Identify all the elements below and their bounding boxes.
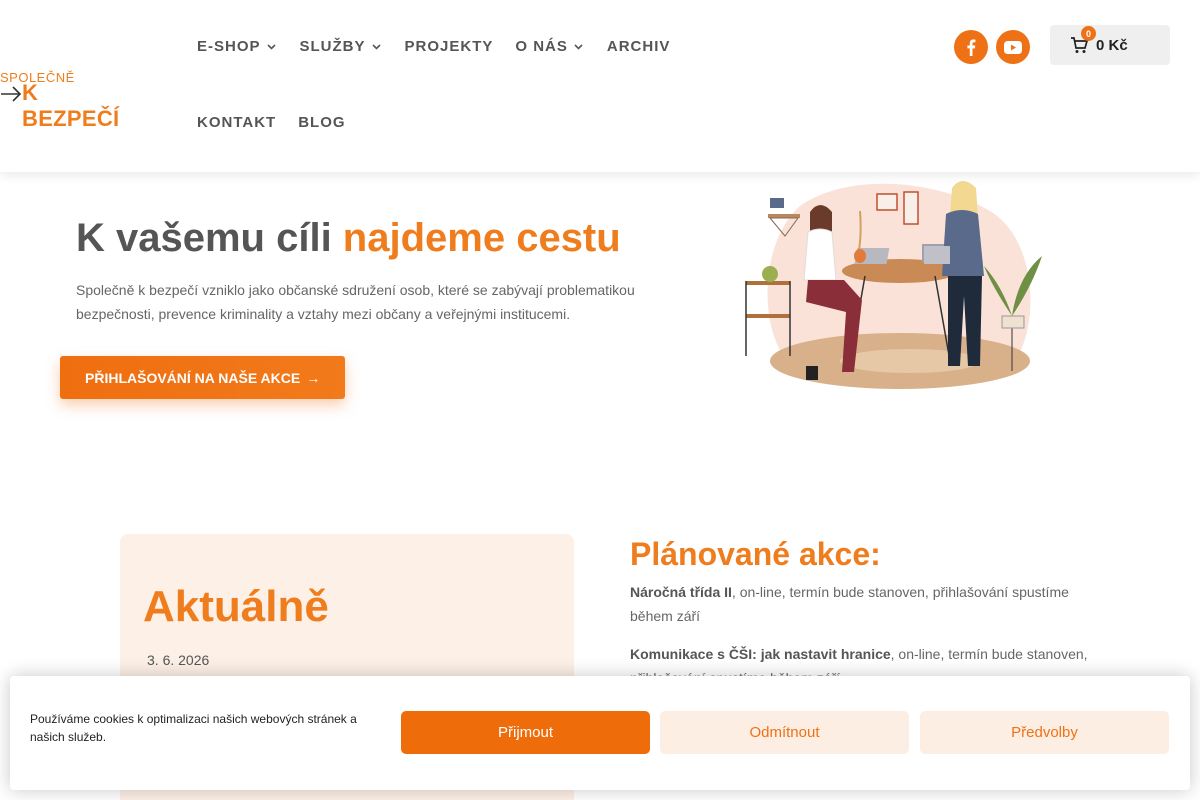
nav-item-o-nas[interactable]: O NÁS xyxy=(515,38,583,55)
site-logo[interactable]: SPOLEČNĚ K BEZPEČÍ xyxy=(0,70,140,131)
nav-item-blog[interactable]: BLOG xyxy=(298,114,345,131)
logo-line2: K BEZPEČÍ xyxy=(22,80,120,131)
arrow-right-icon: → xyxy=(306,369,321,386)
cookie-message: Používáme cookies k optimalizaci našich … xyxy=(30,712,357,744)
events-signup-button[interactable]: PŘIHLAŠOVÁNÍ NA NAŠE AKCE → xyxy=(60,356,345,399)
nav-label: SLUŽBY xyxy=(299,38,366,55)
hero-illustration xyxy=(745,181,1042,389)
main-nav-row2: KONTAKT BLOG xyxy=(197,114,346,131)
nav-item-kontakt[interactable]: KONTAKT xyxy=(197,114,276,131)
youtube-link[interactable] xyxy=(996,30,1030,64)
hero-title-plain: K vašemu cíli xyxy=(76,216,343,260)
hero-title: K vašemu cíli najdeme cestu xyxy=(76,216,621,261)
hero-title-accent: najdeme cestu xyxy=(342,216,621,260)
cart-button[interactable]: 0 Kč xyxy=(1050,25,1170,65)
nav-label: BLOG xyxy=(298,114,346,131)
event-name: Komunikace s ČŠI: jak nastavit hranice xyxy=(630,646,891,662)
facebook-link[interactable] xyxy=(954,30,988,64)
logo-arrow-icon xyxy=(1,86,22,102)
cookie-preferences-button[interactable]: Předvolby xyxy=(920,711,1169,754)
cookie-deny-button[interactable]: Odmítnout xyxy=(660,711,909,754)
main-nav-row1: E-SHOP SLUŽBY PROJEKTY O NÁS ARCHIV xyxy=(197,38,670,55)
nav-item-sluzby[interactable]: SLUŽBY xyxy=(300,38,381,55)
news-date: 3. 6. 2026 xyxy=(147,652,210,668)
chevron-down-icon xyxy=(371,43,381,50)
site-header: SPOLEČNĚ K BEZPEČÍ E-SHOP SLUŽBY PROJEKT… xyxy=(0,0,1200,172)
cookie-accept-button[interactable]: Přijmout xyxy=(401,711,650,754)
nav-item-archiv[interactable]: ARCHIV xyxy=(607,38,671,55)
cart-total: 0 Kč xyxy=(1096,36,1128,54)
cookie-consent-bar: Používáme cookies k optimalizaci našich … xyxy=(10,676,1190,790)
news-title: Aktuálně xyxy=(143,582,329,631)
chevron-down-icon xyxy=(266,43,276,50)
nav-item-eshop[interactable]: E-SHOP xyxy=(197,38,276,55)
nav-item-projekty[interactable]: PROJEKTY xyxy=(405,38,494,55)
nav-label: ARCHIV xyxy=(606,38,671,55)
chevron-down-icon xyxy=(574,43,583,50)
nav-label: PROJEKTY xyxy=(404,38,494,55)
cta-label: PŘIHLAŠOVÁNÍ NA NAŠE AKCE xyxy=(85,369,301,386)
nav-label: KONTAKT xyxy=(197,114,277,131)
nav-label: E-SHOP xyxy=(197,38,261,55)
planned-events-title: Plánované akce: xyxy=(630,536,881,572)
planned-event-item: Náročná třída II, on-line, termín bude s… xyxy=(630,580,1090,628)
event-name: Náročná třída II xyxy=(630,584,732,600)
youtube-icon xyxy=(1004,40,1022,54)
hero-description: Společně k bezpečí vzniklo jako občanské… xyxy=(76,282,635,322)
cart-count-badge: 0 xyxy=(1081,26,1096,41)
nav-label: O NÁS xyxy=(515,38,568,55)
facebook-icon xyxy=(967,39,976,56)
